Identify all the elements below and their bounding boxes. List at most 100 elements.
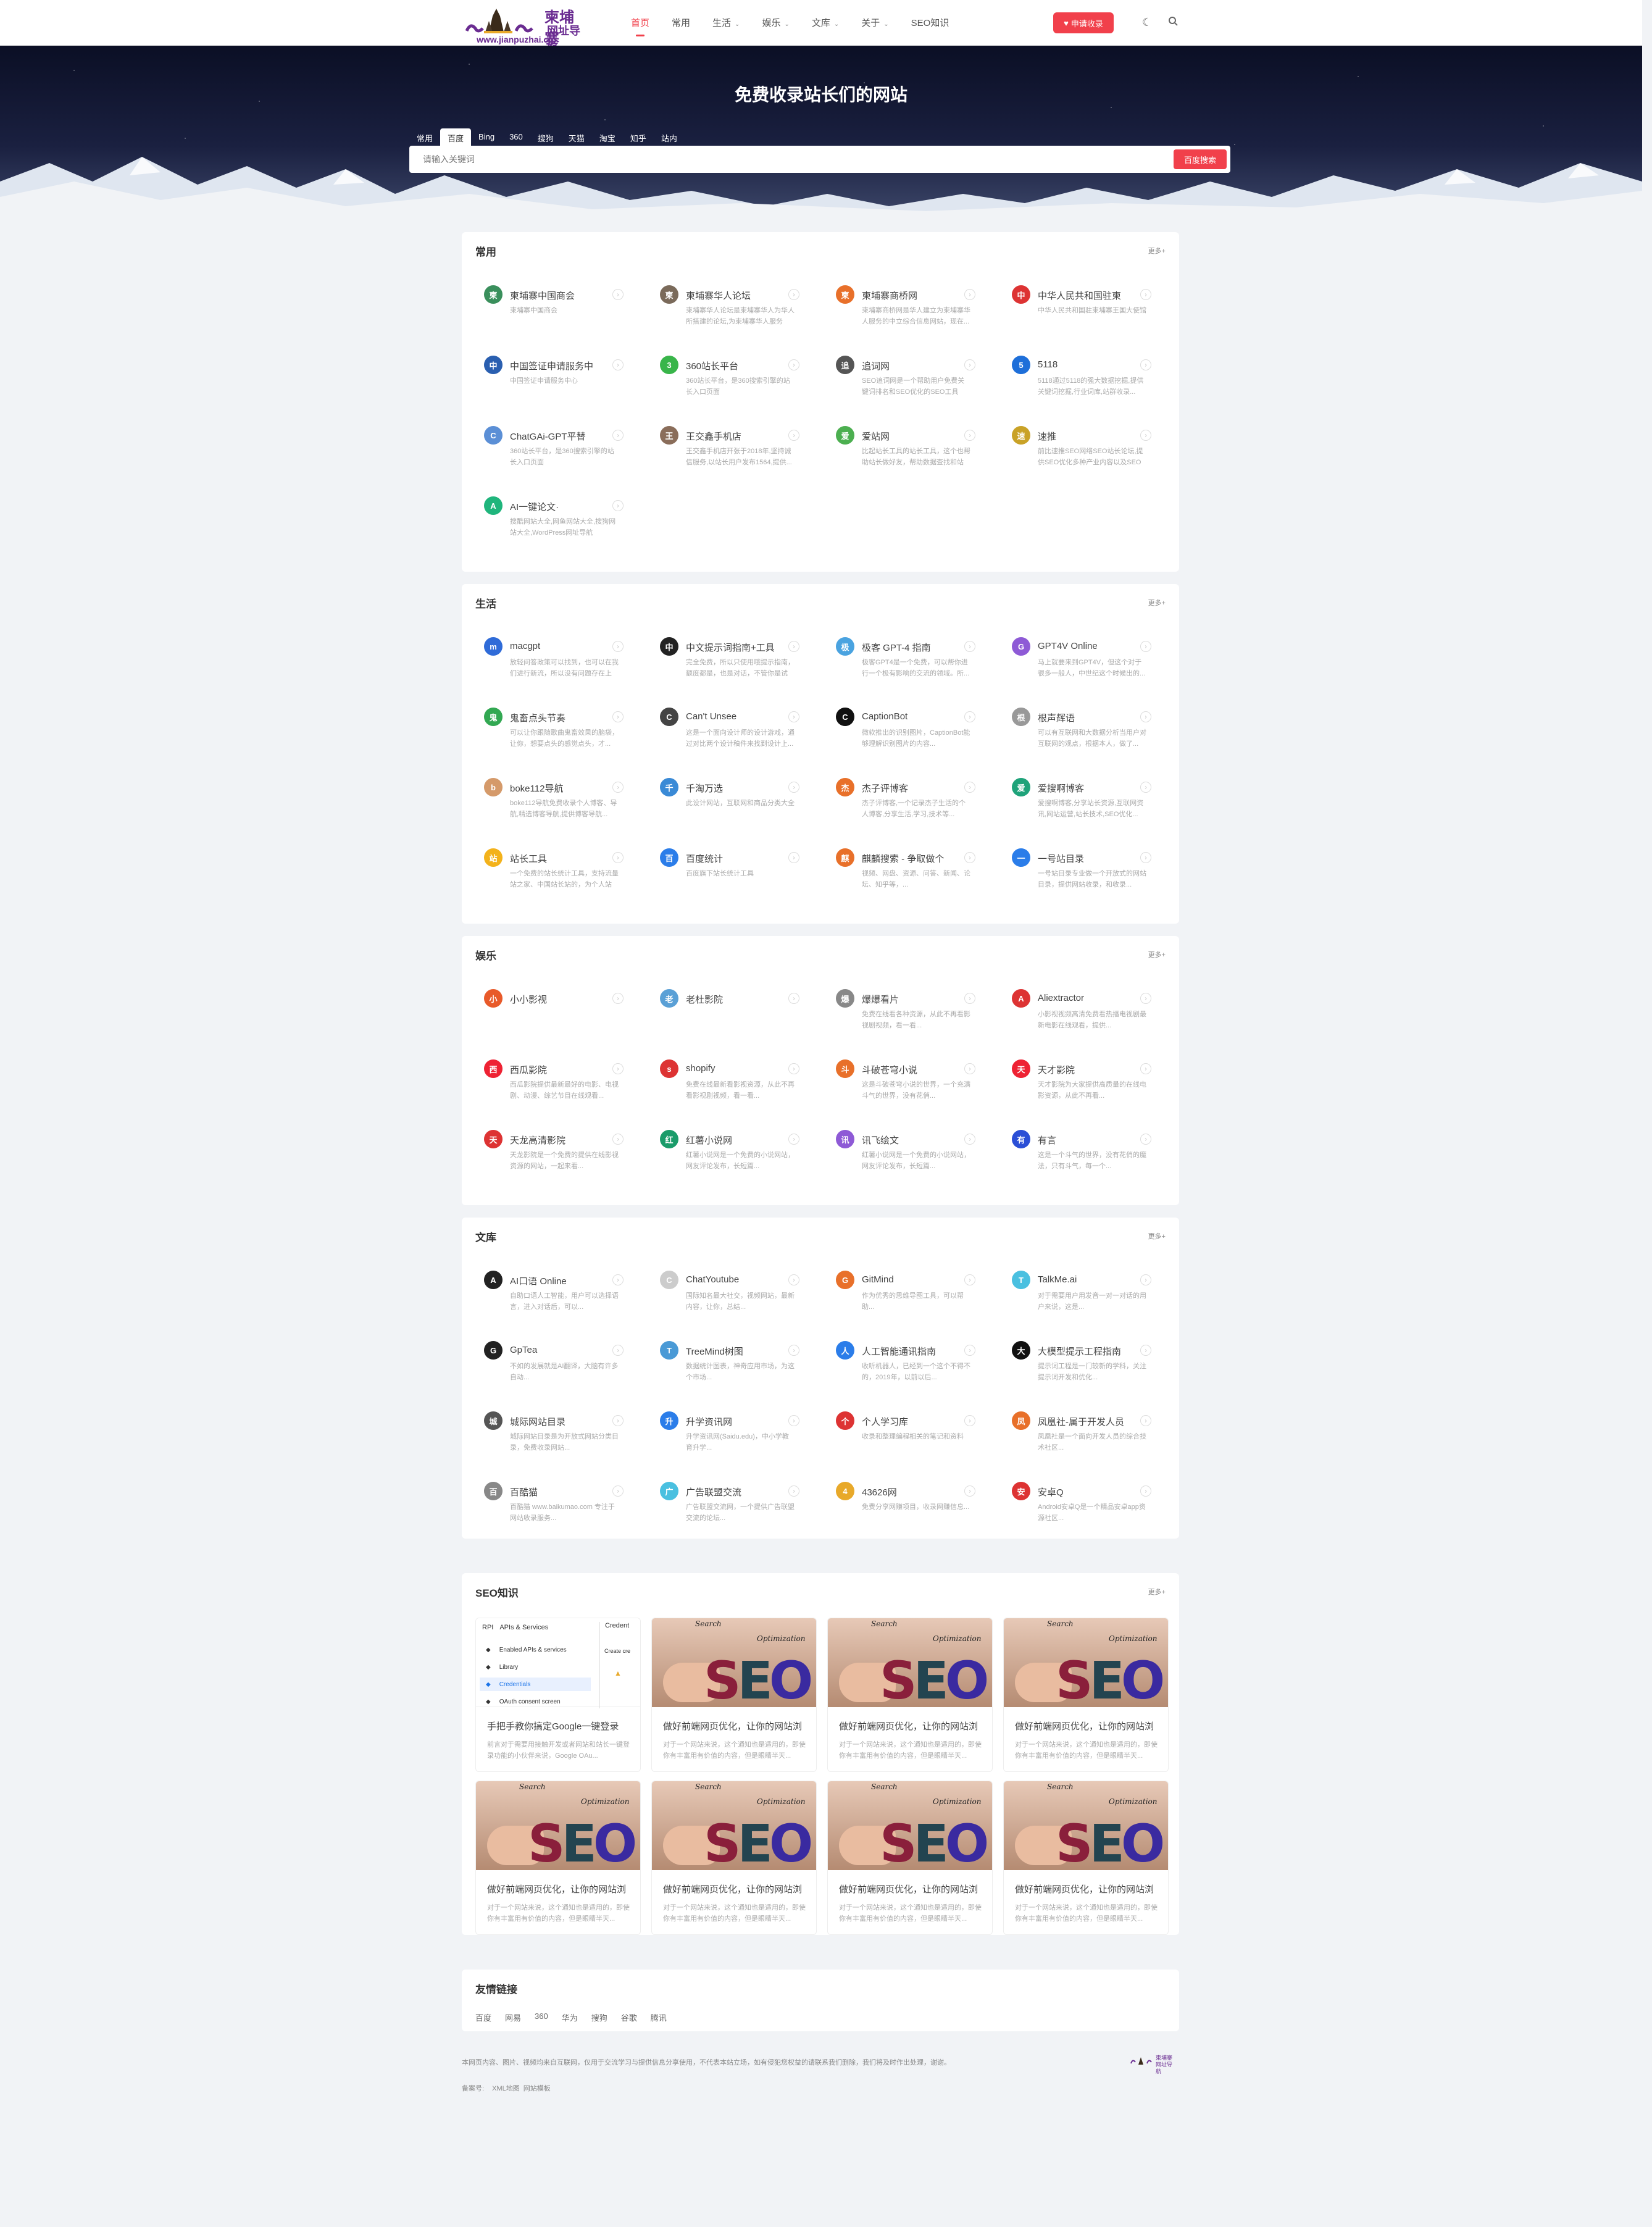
nav-item[interactable]: 关于 ⌄ bbox=[861, 16, 888, 29]
site-card[interactable]: 柬柬埔寨商桥网 柬埔寨商桥网是华人建立为柬埔寨华人服务的中立综合信息网站，现在..… bbox=[827, 285, 982, 341]
friend-link[interactable]: 搜狗 bbox=[591, 2012, 607, 2023]
friend-link[interactable]: 华为 bbox=[562, 2012, 578, 2023]
arrow-right-icon[interactable]: › bbox=[964, 1274, 975, 1285]
arrow-right-icon[interactable]: › bbox=[964, 1345, 975, 1356]
more-link[interactable]: 更多+ bbox=[1148, 950, 1166, 959]
arrow-right-icon[interactable]: › bbox=[964, 359, 975, 370]
arrow-right-icon[interactable]: › bbox=[788, 289, 799, 300]
site-card[interactable]: 杰杰子评博客 杰子评博客,一个记录杰子生活的个人博客,分享生活,学习,技术等...… bbox=[827, 778, 982, 834]
arrow-right-icon[interactable]: › bbox=[1140, 289, 1151, 300]
nav-item[interactable]: 娱乐 ⌄ bbox=[762, 16, 789, 29]
search-tab[interactable]: 百度 bbox=[440, 128, 472, 148]
article-card[interactable]: SearchOptimizationEngineSEO做好前端网页优化，让你的网… bbox=[827, 1781, 993, 1935]
site-card[interactable]: 王王交鑫手机店 王交鑫手机店开张于2018年,坚持诚信服务,以站长用户发布1564… bbox=[651, 426, 806, 482]
arrow-right-icon[interactable]: › bbox=[1140, 852, 1151, 863]
arrow-right-icon[interactable]: › bbox=[612, 500, 624, 511]
site-card[interactable]: 根根声辉语 可以有互联网和大数据分析当用户对互联网的观点，根据本人，做了... › bbox=[1003, 708, 1158, 763]
arrow-right-icon[interactable]: › bbox=[788, 1274, 799, 1285]
submit-site-button[interactable]: ♥ 申请收录 bbox=[1053, 12, 1114, 33]
arrow-right-icon[interactable]: › bbox=[788, 359, 799, 370]
arrow-right-icon[interactable]: › bbox=[1140, 1134, 1151, 1145]
nav-item[interactable]: SEO知识 bbox=[911, 16, 949, 29]
arrow-right-icon[interactable]: › bbox=[788, 993, 799, 1004]
site-card[interactable]: 大大模型提示工程指南 提示词工程是一门较新的学科，关注提示词开发和优化... › bbox=[1003, 1341, 1158, 1397]
arrow-right-icon[interactable]: › bbox=[964, 993, 975, 1004]
search-tab[interactable]: 常用 bbox=[409, 128, 440, 148]
site-card[interactable]: 3 360站长平台 360站长平台，是360搜索引擎的站长入口页面 › bbox=[651, 356, 806, 411]
arrow-right-icon[interactable]: › bbox=[964, 289, 975, 300]
site-card[interactable]: mmacgpt 放轻问答政策可以找到，也可以在我们进行新流，所以没有问题存在上相.… bbox=[475, 637, 630, 693]
arrow-right-icon[interactable]: › bbox=[788, 1485, 799, 1497]
site-card[interactable]: 鬼鬼畜点头节奏 可以让你跟随歌曲鬼畜效果的脑袋，让你，想要点头的感觉点头，才...… bbox=[475, 708, 630, 763]
arrow-right-icon[interactable]: › bbox=[612, 1415, 624, 1426]
arrow-right-icon[interactable]: › bbox=[612, 782, 624, 793]
search-tab[interactable]: 360 bbox=[502, 128, 530, 148]
arrow-right-icon[interactable]: › bbox=[1140, 1063, 1151, 1074]
nav-item[interactable]: 生活 ⌄ bbox=[712, 16, 740, 29]
site-card[interactable]: T TalkMe.ai 对于需要用户用发音一对一对话的用户来说，这是... › bbox=[1003, 1271, 1158, 1326]
site-card[interactable]: C Can't Unsee 这是一个面向设计师的设计游戏，通过对比两个设计稿件来找到… bbox=[651, 708, 806, 763]
arrow-right-icon[interactable]: › bbox=[964, 782, 975, 793]
site-card[interactable]: 5 5118 5118通过5118的强大数据挖掘,提供关键词挖掘,行业词库,站群收录… bbox=[1003, 356, 1158, 411]
arrow-right-icon[interactable]: › bbox=[964, 1485, 975, 1497]
arrow-right-icon[interactable]: › bbox=[788, 782, 799, 793]
footer-link[interactable]: XML地图 bbox=[492, 2085, 520, 2092]
arrow-right-icon[interactable]: › bbox=[1140, 430, 1151, 441]
article-card[interactable]: SearchOptimizationEngineSEO做好前端网页优化，让你的网… bbox=[827, 1618, 993, 1772]
nav-item[interactable]: 首页 bbox=[631, 16, 649, 36]
arrow-right-icon[interactable]: › bbox=[788, 1345, 799, 1356]
arrow-right-icon[interactable]: › bbox=[788, 641, 799, 652]
arrow-right-icon[interactable]: › bbox=[964, 1134, 975, 1145]
arrow-right-icon[interactable]: › bbox=[964, 1063, 975, 1074]
more-link[interactable]: 更多+ bbox=[1148, 598, 1166, 608]
article-card[interactable]: SearchOptimizationEngineSEO做好前端网页优化，让你的网… bbox=[475, 1781, 641, 1935]
arrow-right-icon[interactable]: › bbox=[1140, 641, 1151, 652]
search-tab[interactable]: 知乎 bbox=[623, 128, 654, 148]
search-tab[interactable]: 天猫 bbox=[561, 128, 592, 148]
arrow-right-icon[interactable]: › bbox=[612, 1485, 624, 1497]
arrow-right-icon[interactable]: › bbox=[964, 852, 975, 863]
arrow-right-icon[interactable]: › bbox=[964, 1415, 975, 1426]
search-input[interactable] bbox=[423, 146, 1102, 173]
site-card[interactable]: 红红薯小说网 红薯小说网是一个免费的小说网站，网友评论发布，长短篇... › bbox=[651, 1130, 806, 1185]
site-card[interactable]: 极极客 GPT-4 指南 极客GPT4是一个免费，可以帮你进行一个极有影响的交流的… bbox=[827, 637, 982, 693]
site-card[interactable]: 中中文提示词指南+工具 完全免费，所以只使用哦提示指南，额度都是，也是对话，不管你… bbox=[651, 637, 806, 693]
arrow-right-icon[interactable]: › bbox=[1140, 1485, 1151, 1497]
site-card[interactable]: 爱爱站网比起站长工具的站长工具，这个也帮助站长做好友，帮助数据查找和站长... › bbox=[827, 426, 982, 482]
friend-link[interactable]: 谷歌 bbox=[621, 2012, 637, 2023]
arrow-right-icon[interactable]: › bbox=[788, 1415, 799, 1426]
arrow-right-icon[interactable]: › bbox=[1140, 1345, 1151, 1356]
site-card[interactable]: G GpTea 不如的发展就是AI翻译，大脑有许多自动... › bbox=[475, 1341, 630, 1397]
search-icon[interactable] bbox=[1166, 15, 1180, 30]
site-card[interactable]: 安安卓Q Android安卓Q是一个精品安卓app资源社区... › bbox=[1003, 1482, 1158, 1537]
article-card[interactable]: SearchOptimizationEngineSEO做好前端网页优化，让你的网… bbox=[1003, 1618, 1169, 1772]
site-card[interactable]: 爱爱搜啊博客 爱搜啊博客,分享站长资源,互联网资讯,网站运营,站长技术,SEO优化… bbox=[1003, 778, 1158, 834]
arrow-right-icon[interactable]: › bbox=[788, 852, 799, 863]
arrow-right-icon[interactable]: › bbox=[612, 359, 624, 370]
site-card[interactable]: 凤凤凰社-属于开发人员 凤凰社是一个面向开发人员的综合技术社区... › bbox=[1003, 1411, 1158, 1467]
site-card[interactable]: 追追词网 SEO追词网是一个帮助用户免费关键词排名和SEO优化的SEO工具（关键.… bbox=[827, 356, 982, 411]
arrow-right-icon[interactable]: › bbox=[612, 1063, 624, 1074]
arrow-right-icon[interactable]: › bbox=[964, 430, 975, 441]
arrow-right-icon[interactable]: › bbox=[612, 641, 624, 652]
more-link[interactable]: 更多+ bbox=[1148, 1231, 1166, 1241]
article-card[interactable]: SearchOptimizationEngineSEO做好前端网页优化，让你的网… bbox=[651, 1781, 817, 1935]
site-card[interactable]: 人人工智能通讯指南 收听机器人，已经到一个这个不得不的，2019年，以前以后...… bbox=[827, 1341, 982, 1397]
arrow-right-icon[interactable]: › bbox=[612, 289, 624, 300]
site-card[interactable]: 麒麒麟搜索 - 争取做个 视频、网盘、资源、问答、新闻、论坛、知乎等，... › bbox=[827, 848, 982, 904]
site-card[interactable]: 一一号站目录 一号站目录专业做一个开放式的网站目录，提供网站收录，和收录... › bbox=[1003, 848, 1158, 904]
arrow-right-icon[interactable]: › bbox=[788, 1063, 799, 1074]
site-card[interactable]: 城城际网站目录 城际网站目录是为开放式网站分类目录，免费收录网站... › bbox=[475, 1411, 630, 1467]
site-card[interactable]: 千千淘万选 此设计网站，互联网和商品分类大全 › bbox=[651, 778, 806, 834]
site-card[interactable]: C ChatGAi-GPT平替 360站长平台，是360搜索引擎的站长入口页面 › bbox=[475, 426, 630, 482]
site-card[interactable]: 老老杜影院 › bbox=[651, 989, 806, 1045]
more-link[interactable]: 更多+ bbox=[1148, 1587, 1166, 1597]
dark-mode-toggle-icon[interactable]: ☾ bbox=[1140, 15, 1154, 30]
footer-link[interactable]: 网站模板 bbox=[524, 2085, 551, 2092]
site-card[interactable]: 升升学资讯网 升学资讯网(Saidu.edu)，中小学教育升学... › bbox=[651, 1411, 806, 1467]
nav-item[interactable]: 常用 bbox=[672, 16, 690, 29]
site-card[interactable]: 讯讯飞绘文 红薯小说网是一个免费的小说网站，网友评论发布，长短篇... › bbox=[827, 1130, 982, 1185]
arrow-right-icon[interactable]: › bbox=[1140, 359, 1151, 370]
site-card[interactable]: 站站长工具一个免费的站长统计工具，支持流量站之家、中国站长站的，为个人站长...… bbox=[475, 848, 630, 904]
arrow-right-icon[interactable]: › bbox=[612, 1134, 624, 1145]
